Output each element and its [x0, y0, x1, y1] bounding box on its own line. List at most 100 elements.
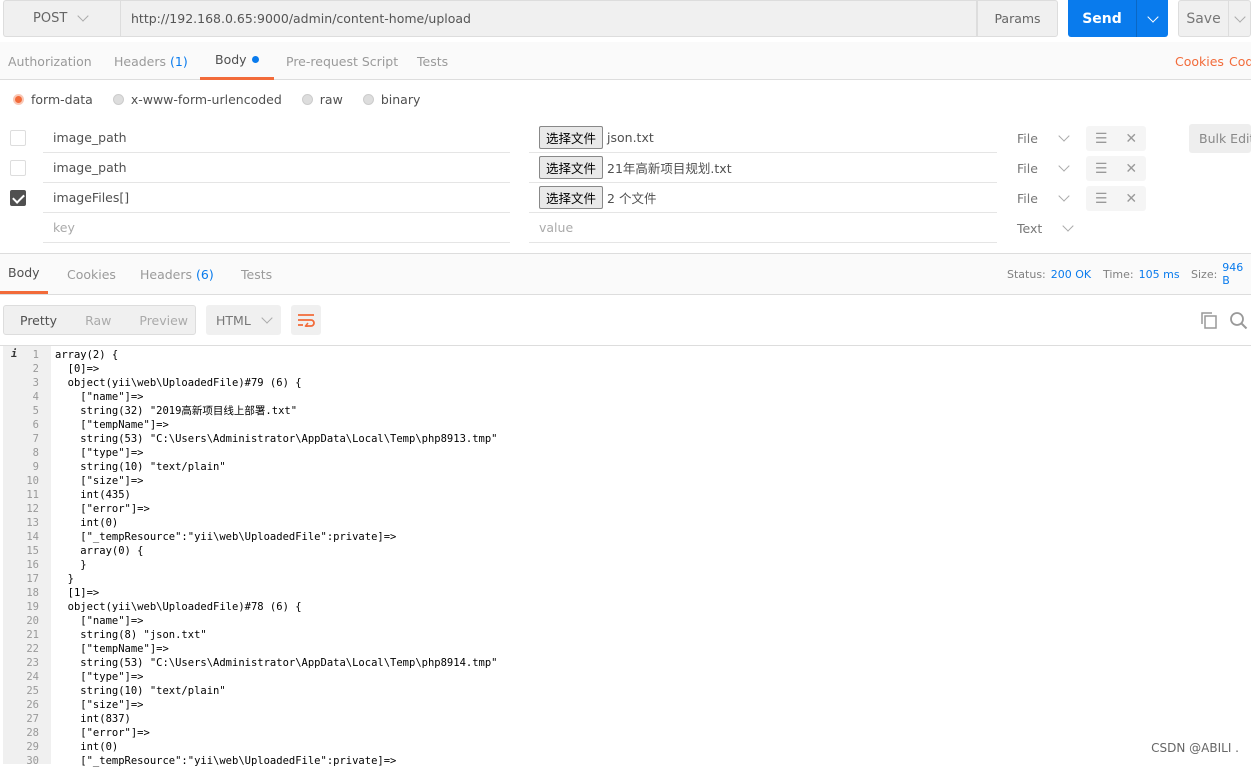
line-number: 16 — [26, 559, 39, 571]
tab-response-tests[interactable]: Tests — [241, 254, 272, 294]
radio-label: binary — [380, 91, 421, 107]
delete-icon[interactable]: ✕ — [1125, 161, 1137, 177]
time-value: 105 ms — [1138, 267, 1180, 281]
line-number: 18 — [26, 587, 39, 599]
method-label: POST — [33, 11, 68, 26]
radio-raw[interactable]: raw — [301, 91, 343, 107]
drag-handle-icon[interactable]: ☰ — [1095, 131, 1108, 147]
new-value-input[interactable]: value — [529, 213, 997, 243]
radio-icon — [301, 93, 313, 105]
tab-count: (6) — [196, 266, 214, 282]
tab-tests[interactable]: Tests — [417, 42, 448, 80]
row-checkbox[interactable] — [10, 130, 26, 146]
search-button[interactable] — [1229, 310, 1249, 330]
line-number: 28 — [26, 727, 39, 739]
type-select[interactable]: File — [1017, 123, 1070, 153]
view-pretty[interactable]: Pretty — [20, 313, 57, 328]
save-label[interactable]: Save — [1179, 1, 1229, 36]
drag-handle-icon[interactable]: ☰ — [1095, 161, 1108, 177]
send-button[interactable]: Send — [1068, 0, 1168, 37]
tab-response-headers[interactable]: Headers (6) — [140, 254, 214, 294]
size-value: 946 B — [1222, 261, 1244, 287]
code-line: } — [55, 559, 87, 571]
code-line: ["type"]=> — [55, 671, 144, 683]
watermark: CSDN @ABILI . — [1151, 741, 1239, 755]
tab-response-cookies[interactable]: Cookies — [67, 254, 116, 294]
line-number: 23 — [26, 657, 39, 669]
row-checkbox[interactable] — [10, 160, 26, 176]
code-line: int(0) — [55, 517, 119, 529]
type-select[interactable]: File — [1017, 153, 1070, 183]
save-dropdown[interactable] — [1229, 1, 1250, 36]
params-button[interactable]: Params — [977, 0, 1058, 37]
code-line: int(0) — [55, 741, 119, 753]
key-input[interactable]: imageFiles[] — [43, 183, 510, 213]
delete-icon[interactable]: ✕ — [1125, 131, 1137, 147]
tab-headers[interactable]: Headers (1) — [114, 42, 188, 80]
cookies-link[interactable]: Cookies — [1175, 42, 1224, 80]
type-select[interactable]: File — [1017, 183, 1070, 213]
radio-label: raw — [319, 91, 343, 107]
line-number: 14 — [26, 531, 39, 543]
wrap-lines-button[interactable] — [291, 305, 321, 335]
response-code-viewer[interactable]: i 1 array(2) {2 [0]=> 3 object(yii\web\Upl… — [0, 345, 1251, 767]
value-file-input[interactable]: 选择文件 json.txt — [529, 123, 997, 153]
time-readout: Time: 105 ms — [1103, 254, 1180, 294]
row-checkbox-checked[interactable] — [10, 190, 26, 206]
key-input[interactable]: image_path — [43, 123, 510, 153]
bulk-edit-button[interactable]: Bulk Edit — [1189, 124, 1251, 153]
tab-body[interactable]: Body — [200, 42, 274, 80]
radio-urlencoded[interactable]: x-www-form-urlencoded — [112, 92, 282, 107]
drag-handle-icon[interactable]: ☰ — [1095, 191, 1108, 207]
type-label: File — [1017, 130, 1038, 146]
tab-authorization[interactable]: Authorization — [8, 42, 92, 80]
form-row: imageFiles[] 选择文件 2 个文件 File ☰ ✕ — [0, 183, 1251, 213]
chevron-down-icon — [261, 311, 273, 324]
choose-file-button[interactable]: 选择文件 — [539, 186, 604, 209]
code-line: string(8) "json.txt" — [55, 629, 207, 641]
url-input[interactable]: http://192.168.0.65:9000/admin/content-h… — [120, 0, 977, 37]
method-select[interactable]: POST — [3, 0, 120, 37]
choose-file-button[interactable]: 选择文件 — [539, 126, 604, 149]
code-line: string(10) "text/plain" — [55, 461, 226, 473]
tab-label: Headers — [140, 266, 193, 282]
line-number: 24 — [26, 671, 39, 683]
view-preview[interactable]: Preview — [139, 313, 188, 328]
radio-form-data[interactable]: form-data — [13, 92, 93, 107]
save-button[interactable]: Save — [1178, 0, 1251, 37]
delete-icon[interactable]: ✕ — [1125, 191, 1137, 207]
type-select[interactable]: Text — [1017, 213, 1074, 243]
code-line: ["_tempResource":"yii\web\UploadedFile":… — [55, 755, 397, 767]
copy-button[interactable] — [1200, 310, 1218, 330]
search-icon — [1230, 312, 1248, 329]
format-select[interactable]: HTML — [206, 305, 281, 335]
new-key-input[interactable]: key — [43, 213, 510, 243]
tab-response-body[interactable]: Body — [0, 254, 48, 294]
line-number: 21 — [26, 629, 39, 641]
form-row: image_path 选择文件 21年高新项目规划.txt File ☰ ✕ — [0, 153, 1251, 183]
chevron-down-icon — [1233, 10, 1246, 23]
line-number: 6 — [32, 419, 39, 431]
radio-icon — [362, 93, 374, 105]
send-label[interactable]: Send — [1068, 0, 1137, 37]
value-file-input[interactable]: 选择文件 21年高新项目规划.txt — [529, 153, 997, 183]
body-mode-group: form-data x-www-form-urlencoded raw bina… — [13, 88, 440, 110]
row-actions: ☰ ✕ — [1086, 126, 1146, 151]
tab-pre-request-script[interactable]: Pre-request Script — [286, 42, 398, 80]
code-line: string(32) "2019高新项目线上部署.txt" — [55, 405, 298, 417]
code-line: string(53) "C:\Users\Administrator\AppDa… — [55, 657, 498, 669]
key-input[interactable]: image_path — [43, 153, 510, 183]
status-readout: Status: 200 OK — [1007, 254, 1091, 294]
choose-file-button[interactable]: 选择文件 — [539, 156, 604, 179]
type-label: File — [1017, 160, 1038, 176]
radio-binary[interactable]: binary — [362, 91, 421, 107]
size-readout: Size: 946 B — [1191, 254, 1251, 294]
code-link[interactable]: Code — [1229, 42, 1251, 80]
request-tabs: Authorization Headers (1) Body Pre-reque… — [0, 42, 1251, 80]
send-dropdown[interactable] — [1137, 0, 1168, 37]
value-file-input[interactable]: 选择文件 2 个文件 — [529, 183, 997, 213]
view-raw[interactable]: Raw — [85, 313, 111, 328]
radio-icon — [112, 93, 124, 105]
line-number: 13 — [26, 517, 39, 529]
line-number: 2 — [32, 363, 39, 375]
